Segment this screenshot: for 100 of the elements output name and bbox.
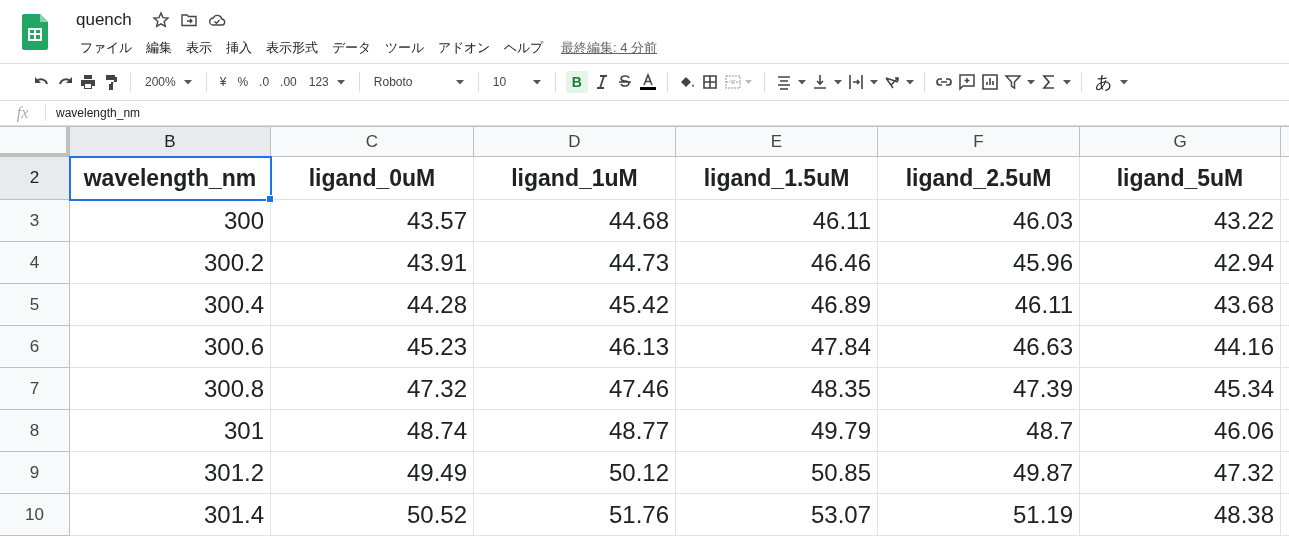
caret-icon[interactable] [336,79,345,85]
table-cell: 48.7 [878,410,1080,452]
table-cell: 46.06 [1080,410,1281,452]
table-cell: 47.32 [271,368,474,410]
caret-icon[interactable] [455,79,464,85]
caret-icon[interactable] [1026,79,1035,85]
header-cell: ligand_5uM [1080,157,1281,200]
formula-input[interactable]: wavelength_nm [46,106,141,120]
table-cell: 46.03 [878,200,1080,242]
row-header[interactable]: 9 [0,452,70,494]
table-cell: 45.34 [1080,368,1281,410]
percent-format-button[interactable]: % [234,73,252,91]
column-header[interactable]: F [878,127,1080,157]
header-cell: ligand_2.5uM [878,157,1080,200]
menu-item[interactable]: 表示形式 [262,37,322,59]
table-cell: 43.57 [271,200,474,242]
menu-item[interactable]: ファイル [76,37,136,59]
menu-item[interactable]: アドオン [434,37,494,59]
column-header[interactable]: D [474,127,676,157]
folder-move-icon[interactable] [179,11,198,29]
table-cell: 44.16 [1080,326,1281,368]
table-cell: 46.63 [878,326,1080,368]
input-tools-button[interactable]: あ [1091,70,1115,94]
row-header[interactable]: 6 [0,326,70,368]
table-cell: 50.12 [474,452,676,494]
table-cell: 49.49 [271,452,474,494]
header-cell: ligand_1.5uM [676,157,878,200]
text-color-icon[interactable] [638,73,657,91]
header-cell: wavelength_nm [70,157,271,200]
row-header[interactable]: 8 [0,410,70,452]
table-cell: 45.23 [271,326,474,368]
row-header[interactable]: 4 [0,242,70,284]
caret-icon[interactable] [905,79,914,85]
print-icon[interactable] [79,73,97,91]
filter-icon[interactable] [1003,73,1022,91]
table-cell: 48.35 [676,368,878,410]
table-cell: 49.87 [878,452,1080,494]
table-cell: 46.13 [474,326,676,368]
table-cell: 42.94 [1080,242,1281,284]
menu-item[interactable]: 編集 [142,37,176,59]
currency-format-button[interactable]: ¥ [216,73,230,91]
table-cell: 43.91 [271,242,474,284]
document-title[interactable]: quench [76,10,132,30]
table-cell: 46.11 [878,284,1080,326]
table-cell: 49.79 [676,410,878,452]
table-cell: 47.39 [878,368,1080,410]
caret-icon[interactable] [532,79,541,85]
table-cell: 301.4 [70,494,271,536]
table-cell: 51.19 [878,494,1080,536]
row-header[interactable]: 3 [0,200,70,242]
header-cell: ligand_0uM [271,157,474,200]
row-header[interactable]: 10 [0,494,70,536]
bold-button[interactable]: B [565,71,588,93]
table-cell: 48.74 [271,410,474,452]
spreadsheet-logo-icon[interactable] [22,14,48,50]
table-cell: 44.28 [271,284,474,326]
table-cell: 45.42 [474,284,676,326]
table-cell: 47.46 [474,368,676,410]
column-header[interactable]: B [70,127,271,157]
zoom-dropdown[interactable]: 200% [141,73,196,91]
caret-icon[interactable] [833,79,842,85]
menu-item[interactable]: データ [328,37,375,59]
increase-decimals-button[interactable]: .00 [277,73,300,91]
header-cell: ligand_1uM [474,157,676,200]
menu-item[interactable]: ツール [381,37,428,59]
caret-icon[interactable] [1119,79,1128,85]
menu-item[interactable]: ヘルプ [500,37,547,59]
chart-icon[interactable] [980,73,999,91]
row-header[interactable]: 2 [0,157,70,200]
font-size-dropdown[interactable]: 10 [488,73,545,91]
table-cell: 44.73 [474,242,676,284]
table-cell: 300 [70,200,271,242]
more-formats-dropdown[interactable]: 123 [304,73,349,91]
table-cell: 301 [70,410,271,452]
caret-icon[interactable] [183,79,192,85]
column-header[interactable]: C [271,127,474,157]
table-cell: 46.11 [676,200,878,242]
column-header[interactable]: G [1080,127,1281,157]
last-edit-link[interactable]: 最終編集: 4 分前 [561,39,658,57]
menu-item[interactable]: 表示 [182,37,216,59]
table-cell: 50.85 [676,452,878,494]
comment-icon[interactable] [957,73,976,91]
row-header[interactable]: 5 [0,284,70,326]
font-dropdown[interactable]: Roboto [369,73,468,91]
column-header[interactable]: E [676,127,878,157]
table-cell: 45.96 [878,242,1080,284]
table-cell: 44.68 [474,200,676,242]
table-cell: 46.46 [676,242,878,284]
table-cell: 53.07 [676,494,878,536]
table-cell: 300.8 [70,368,271,410]
caret-icon[interactable] [869,79,878,85]
star-icon[interactable] [151,11,170,29]
caret-icon[interactable] [1062,79,1071,85]
row-header[interactable]: 7 [0,368,70,410]
caret-icon[interactable] [797,79,806,85]
text-wrap-icon[interactable] [846,73,865,91]
menu-item[interactable]: 挿入 [222,37,256,59]
table-cell: 47.32 [1080,452,1281,494]
borders-icon[interactable] [700,73,719,91]
decrease-decimals-button[interactable]: .0 [256,73,273,91]
